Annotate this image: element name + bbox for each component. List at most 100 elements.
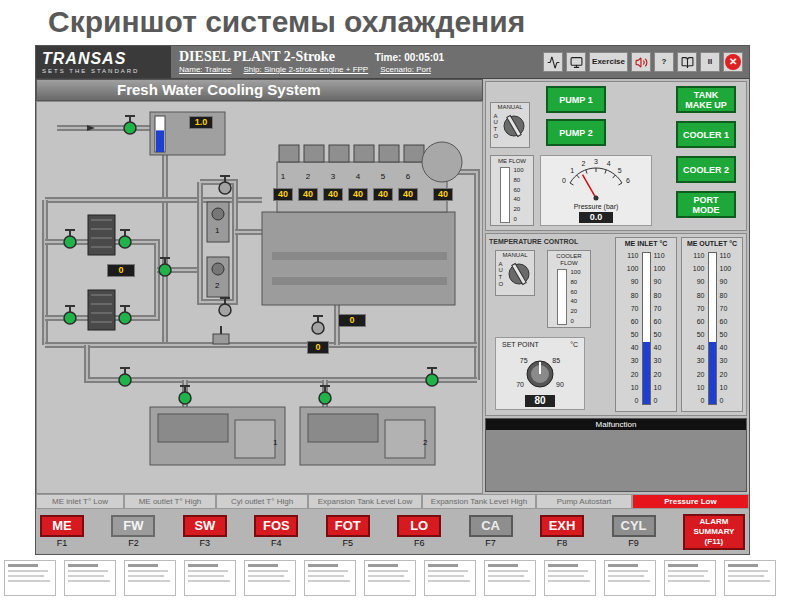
screen-button[interactable] (566, 52, 586, 72)
toggle-button[interactable]: PUMP 2 (546, 119, 606, 146)
pump-label: 1 (215, 226, 219, 235)
set-point-reading: 80 (525, 395, 555, 407)
slide-thumbnail[interactable] (184, 560, 236, 596)
speaker-icon (635, 56, 648, 69)
system-key[interactable]: CYL (612, 515, 656, 537)
malfunction-panel: Malfunction (485, 418, 747, 492)
slide-thumbnail[interactable] (64, 560, 116, 596)
slide-thumbnail[interactable] (724, 560, 776, 596)
slide-thumbnail[interactable] (424, 560, 476, 596)
sound-button[interactable] (631, 52, 651, 72)
slide-thumbnail[interactable] (364, 560, 416, 596)
svg-text:1: 1 (570, 167, 574, 174)
pump (207, 202, 229, 297)
slide-thumbnail[interactable] (544, 560, 596, 596)
slide-thumbnail[interactable] (664, 560, 716, 596)
slide-thumbnail[interactable] (304, 560, 356, 596)
valve[interactable] (179, 386, 191, 404)
pump-panel: MANUALAUTO PUMP 1 PUMP 2 ME FLOW10080604020… (485, 81, 747, 231)
toggle-button[interactable]: COOLER 1 (676, 121, 736, 148)
valve[interactable] (319, 386, 331, 404)
valve[interactable] (312, 316, 324, 334)
pipe (45, 345, 477, 346)
trainee-name: Name: Trainee (179, 65, 231, 75)
valve[interactable] (64, 230, 76, 248)
system-key[interactable]: SW (183, 515, 227, 537)
slide-thumbnail[interactable] (4, 560, 56, 596)
set-point[interactable]: SET POINT°C7075859080 (495, 337, 585, 410)
readout: 0 (338, 314, 366, 327)
tool-button[interactable]: ? (654, 52, 674, 72)
valve[interactable] (119, 306, 131, 324)
system-key[interactable]: ME (40, 515, 84, 537)
valve[interactable] (219, 176, 231, 194)
toggle-button[interactable]: COOLER 2 (676, 156, 736, 183)
pump-label: 2 (215, 281, 219, 290)
valve[interactable] (426, 368, 438, 386)
book-button[interactable] (677, 52, 697, 72)
toggle-button[interactable]: TANK MAKE UP (676, 86, 736, 113)
slide-thumbnail[interactable] (484, 560, 536, 596)
readout: 1.0 (189, 116, 213, 129)
logo: TRANSASSETS THE STANDARD (36, 46, 171, 78)
screen-icon (570, 56, 583, 69)
svg-text:2: 2 (581, 160, 585, 167)
system-key[interactable]: FOT (326, 515, 370, 537)
thumbnail-strip (0, 555, 800, 600)
system-key[interactable]: EXH (540, 515, 584, 537)
mode-switch[interactable]: MANUALAUTO (495, 250, 535, 296)
flow-bar: ME FLOW100806040200 (490, 155, 534, 226)
main-engine (262, 142, 462, 305)
valve[interactable] (159, 258, 171, 276)
pipe (455, 172, 477, 380)
header-bar: TRANSASSETS THE STANDARDDIESEL PLANT 2-S… (36, 46, 749, 79)
pipe (235, 232, 262, 233)
thermometer: ME INLET °C11010090807060504030201001101… (615, 237, 677, 412)
valve[interactable] (219, 298, 231, 316)
slide-thumbnail[interactable] (604, 560, 656, 596)
slide-thumbnail[interactable] (124, 560, 176, 596)
sim-time: Time: 00:05:01 (375, 52, 444, 64)
cylinder-row: 140240340440540640 (273, 172, 418, 201)
app-window: TRANSASSETS THE STANDARDDIESEL PLANT 2-S… (35, 45, 750, 555)
system-key[interactable]: FW (111, 515, 155, 537)
book-icon (681, 56, 694, 69)
alarm-summary-button[interactable]: ALARMSUMMARY(F11) (683, 514, 745, 550)
svg-text:3: 3 (594, 158, 598, 165)
mode-switch[interactable]: MANUALAUTO (490, 102, 530, 148)
cylinder: 240 (298, 172, 318, 201)
slide: Скриншот системы охлажденияTRANSASSETS T… (0, 0, 800, 600)
svg-text:85: 85 (552, 357, 560, 364)
valve[interactable] (119, 230, 131, 248)
knob-icon (501, 111, 527, 141)
knob-icon (506, 259, 532, 289)
toggle-button[interactable]: PORT MODE (676, 191, 736, 218)
needle (583, 175, 597, 198)
pressure-gauge: 0123456Pressure (bar)0.0 (540, 155, 652, 226)
tool-button[interactable]: Exercise (589, 52, 628, 72)
svg-text:90: 90 (556, 381, 564, 388)
chart-button[interactable] (543, 52, 563, 72)
inlet-arrow-icon (87, 125, 95, 131)
pipe (165, 155, 166, 345)
slide-thumbnail[interactable] (244, 560, 296, 596)
system-key[interactable]: LO (397, 515, 441, 537)
generator (300, 407, 435, 465)
tool-button[interactable]: II (700, 52, 720, 72)
body: Fresh Water Cooling System1.014024034044… (36, 79, 749, 494)
cylinder: 640 (398, 172, 418, 201)
close-button[interactable]: ✕ (723, 52, 743, 72)
cylinder: 140 (273, 172, 293, 201)
expansion-tank (150, 112, 225, 155)
temperature-panel: TEMPERATURE CONTROLMANUALAUTOCOOLER FLOW… (485, 233, 747, 416)
toggle-button[interactable]: PUMP 1 (546, 86, 606, 113)
alarm-indicator: Pressure Low (632, 494, 749, 509)
system-key[interactable]: FOS (254, 515, 298, 537)
generator-label: 1 (273, 438, 277, 447)
svg-text:70: 70 (516, 381, 524, 388)
valve[interactable] (64, 306, 76, 324)
valve[interactable] (124, 116, 136, 134)
svg-text:6: 6 (626, 177, 630, 184)
system-key[interactable]: CA (469, 515, 513, 537)
valve[interactable] (119, 368, 131, 386)
